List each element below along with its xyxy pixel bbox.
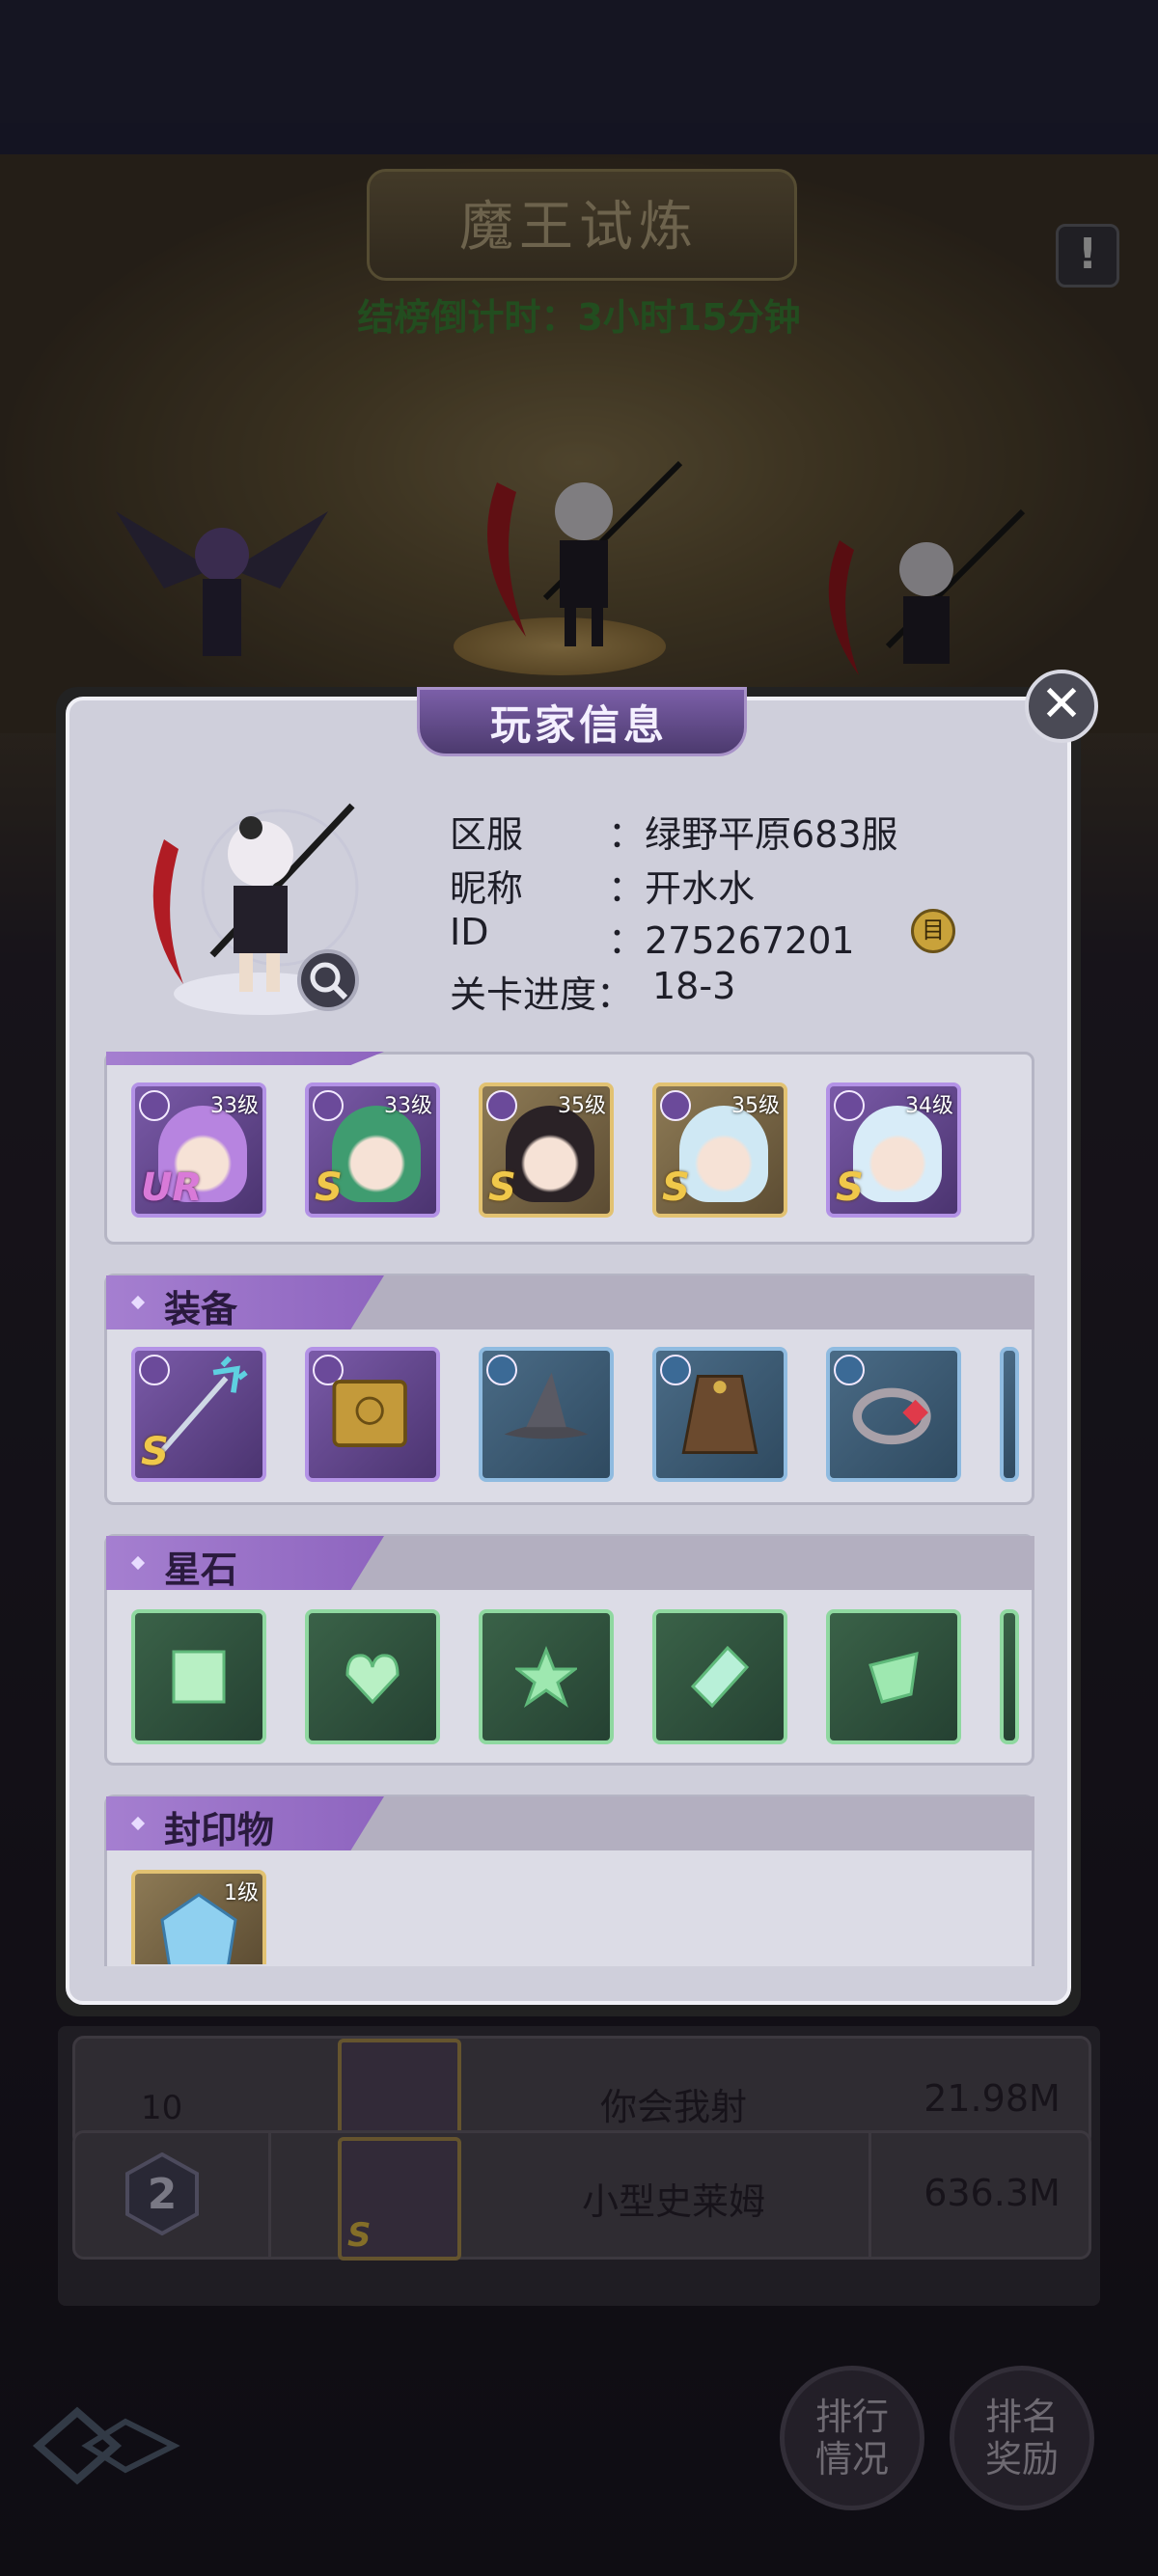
ruby-ring-icon xyxy=(852,1387,931,1445)
hero-class-icon xyxy=(834,1090,865,1121)
star-gem-icon xyxy=(515,1646,577,1708)
heroes-section-tab-remnant xyxy=(106,1052,384,1065)
star-stone-slot-partial[interactable] xyxy=(1000,1609,1019,1744)
equipment-slot[interactable] xyxy=(826,1347,961,1482)
star-stone-slot[interactable] xyxy=(479,1609,614,1744)
equipment-slot-partial[interactable] xyxy=(1000,1347,1019,1482)
server-value: ：绿野平原683服 xyxy=(608,813,898,856)
hero-card[interactable]: 33级 UR xyxy=(131,1082,266,1218)
hero-rank: S xyxy=(836,1165,864,1210)
hero-class-icon xyxy=(139,1090,170,1121)
progress-value: 18-3 xyxy=(652,965,736,1007)
hero-class-icon xyxy=(486,1090,517,1121)
hero-level: 35级 xyxy=(731,1094,780,1118)
equipment-slot[interactable] xyxy=(479,1347,614,1482)
copy-id-button[interactable]: 目 xyxy=(911,909,955,953)
id-value: ：275267201 xyxy=(608,919,855,962)
star-stone-slot[interactable] xyxy=(826,1609,961,1744)
server-label: 区服 xyxy=(450,813,524,856)
equipment-slot[interactable] xyxy=(652,1347,787,1482)
hero-card[interactable]: 35级 S xyxy=(479,1082,614,1218)
equipment-rank: S xyxy=(141,1430,169,1474)
close-button[interactable]: ✕ xyxy=(1025,670,1098,743)
hero-card[interactable]: 34级 S xyxy=(826,1082,961,1218)
id-label: ID xyxy=(450,911,489,953)
view-avatar-button[interactable] xyxy=(297,949,359,1011)
star-stone-slot[interactable] xyxy=(131,1609,266,1744)
seal-slot[interactable]: 1级 xyxy=(131,1870,266,1964)
hero-rank: S xyxy=(488,1165,516,1210)
square-gem-icon xyxy=(172,1650,226,1704)
star-stones-header-tab xyxy=(106,1536,384,1590)
hero-level: 33级 xyxy=(384,1094,432,1118)
hero-level: 33级 xyxy=(210,1094,259,1118)
wizard-hat-icon xyxy=(504,1372,589,1439)
shield-gem-icon xyxy=(868,1652,919,1704)
hero-level: 34级 xyxy=(905,1094,953,1118)
progress-label: 关卡进度： xyxy=(450,973,634,1016)
hero-class-icon xyxy=(660,1090,691,1121)
diamond-gem-icon xyxy=(690,1646,750,1708)
nickname-label: 昵称 xyxy=(450,867,524,910)
equipment-slot[interactable] xyxy=(305,1347,440,1482)
hero-card[interactable]: 35级 S xyxy=(652,1082,787,1218)
golden-book-icon xyxy=(332,1380,407,1447)
hero-class-icon xyxy=(313,1090,344,1121)
hero-level: 35级 xyxy=(558,1094,606,1118)
nickname-value: ：开水水 xyxy=(608,867,756,910)
hero-rank: UR xyxy=(141,1165,203,1210)
star-stone-slot[interactable] xyxy=(652,1609,787,1744)
cloak-icon xyxy=(681,1374,758,1455)
equipment-slot[interactable]: S xyxy=(131,1347,266,1482)
heart-gem-icon xyxy=(345,1654,400,1705)
hero-portrait xyxy=(679,1106,768,1202)
equipment-header-tab xyxy=(106,1275,384,1329)
star-stones-header: 星石 xyxy=(164,1548,238,1591)
hero-portrait xyxy=(332,1106,421,1202)
hero-rank: S xyxy=(662,1165,690,1210)
seals-header: 封印物 xyxy=(164,1809,275,1851)
equipment-header: 装备 xyxy=(164,1288,238,1330)
seal-level: 1级 xyxy=(224,1881,259,1905)
search-icon xyxy=(310,962,348,1000)
hero-portrait xyxy=(506,1106,594,1202)
hero-rank: S xyxy=(315,1165,343,1210)
hero-card[interactable]: 33级 S xyxy=(305,1082,440,1218)
hero-portrait xyxy=(853,1106,942,1202)
modal-title: 玩家信息 xyxy=(489,701,668,749)
star-stone-slot[interactable] xyxy=(305,1609,440,1744)
